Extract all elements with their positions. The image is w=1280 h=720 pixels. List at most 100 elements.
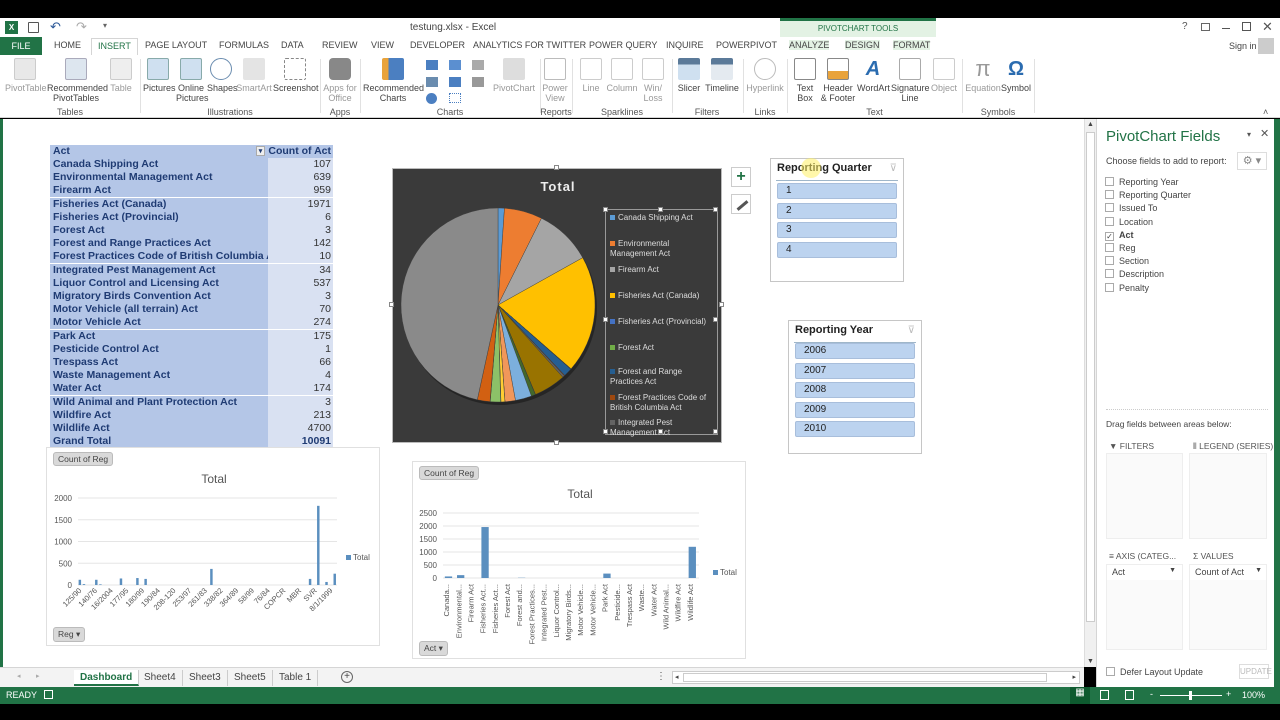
tab-powerpivot[interactable]: POWERPIVOT bbox=[716, 40, 777, 50]
shapes-button[interactable]: Shapes bbox=[207, 58, 238, 93]
act-cell[interactable]: Fisheries Act (Provincial) bbox=[50, 210, 268, 224]
field-act[interactable]: ✓ Act bbox=[1105, 230, 1134, 241]
field-issued-to[interactable]: Issued To bbox=[1105, 203, 1157, 213]
clear-filter-icon[interactable]: ⊽ bbox=[890, 163, 897, 174]
scroll-down-icon[interactable]: ▼ bbox=[1087, 658, 1094, 665]
act-cell[interactable]: Liquor Control and Licensing Act bbox=[50, 276, 268, 290]
maximize-button[interactable] bbox=[1242, 22, 1251, 31]
scroll-left-icon[interactable]: ◂ bbox=[675, 673, 679, 681]
collapse-ribbon-icon[interactable]: ˄ bbox=[1263, 107, 1268, 117]
count-cell[interactable]: 274 bbox=[268, 316, 333, 330]
pane-options-icon[interactable]: ▾ bbox=[1247, 130, 1251, 139]
pivot-row[interactable]: Forest Act 3 bbox=[50, 224, 333, 237]
pivot-row[interactable]: Forest and Range Practices Act 142 bbox=[50, 237, 333, 251]
pivot-row[interactable]: Integrated Pest Management Act 34 bbox=[50, 263, 333, 277]
count-cell[interactable]: 4700 bbox=[268, 422, 333, 435]
sheet-tab-sheet3[interactable]: Sheet3 bbox=[183, 670, 228, 686]
tab-data[interactable]: DATA bbox=[281, 40, 304, 50]
bar[interactable] bbox=[308, 578, 312, 585]
next-sheet-icon[interactable]: ▸ bbox=[36, 672, 40, 680]
checkbox[interactable] bbox=[1105, 282, 1114, 292]
count-cell[interactable]: 1 bbox=[268, 342, 333, 356]
tab-review[interactable]: REVIEW bbox=[322, 40, 358, 50]
sheet-tab-dashboard[interactable]: Dashboard bbox=[74, 670, 140, 686]
tab-developer[interactable]: DEVELOPER bbox=[410, 40, 465, 50]
signature-line-button[interactable]: Signature Line bbox=[891, 58, 930, 103]
act-cell[interactable]: Waste Management Act bbox=[50, 369, 268, 383]
pivot-row[interactable]: Pesticide Control Act 1 bbox=[50, 342, 333, 356]
checkbox[interactable] bbox=[1105, 190, 1114, 200]
count-cell[interactable]: 3 bbox=[268, 224, 333, 237]
checkbox[interactable] bbox=[1105, 243, 1114, 252]
selection-handle[interactable] bbox=[389, 302, 394, 307]
legend-handle[interactable] bbox=[713, 429, 718, 434]
sparkline-column-button[interactable]: Column bbox=[606, 58, 638, 93]
legend-handle[interactable] bbox=[713, 317, 718, 322]
scatter-chart-icon[interactable] bbox=[449, 93, 461, 103]
smartart-button[interactable]: SmartArt bbox=[236, 58, 272, 93]
chart-styles-button[interactable] bbox=[731, 194, 751, 214]
count-cell[interactable]: 4 bbox=[268, 369, 333, 383]
axis-drop-area[interactable]: Act ▼ bbox=[1106, 564, 1183, 650]
bar[interactable] bbox=[325, 581, 328, 585]
act-cell[interactable]: Forest Practices Code of British Columbi… bbox=[50, 250, 268, 264]
count-cell[interactable]: 34 bbox=[268, 263, 333, 277]
count-cell[interactable]: 174 bbox=[268, 382, 333, 396]
tab-insert[interactable]: INSERT bbox=[91, 38, 138, 55]
undo-icon[interactable]: ↶ bbox=[50, 19, 61, 35]
reg-axis-field-button[interactable]: Reg ▾ bbox=[53, 627, 86, 642]
sheet-tab-sheet5[interactable]: Sheet5 bbox=[228, 670, 273, 686]
slicer-item[interactable]: 2 bbox=[777, 202, 897, 219]
field-location[interactable]: Location bbox=[1105, 216, 1153, 227]
object-button[interactable]: Object bbox=[930, 58, 958, 93]
new-sheet-button[interactable]: + bbox=[341, 671, 353, 683]
count-cell[interactable]: 175 bbox=[268, 329, 333, 343]
zoom-level[interactable]: 100% bbox=[1242, 690, 1265, 700]
act-cell[interactable]: Integrated Pest Management Act bbox=[50, 263, 268, 277]
sheet-tab-sheet4[interactable]: Sheet4 bbox=[138, 670, 183, 686]
slicer-item[interactable]: 2010 bbox=[795, 421, 915, 437]
zoom-in-button[interactable]: + bbox=[1226, 689, 1231, 699]
pivot-row[interactable]: Waste Management Act 4 bbox=[50, 369, 333, 383]
act-cell[interactable]: Environmental Management Act bbox=[50, 171, 268, 185]
count-cell[interactable]: 1971 bbox=[268, 197, 333, 211]
legend-entry[interactable]: Forest Practices Code of British Columbi… bbox=[610, 393, 716, 413]
act-cell[interactable]: Wild Animal and Plant Protection Act bbox=[50, 395, 268, 409]
customize-qat-icon[interactable]: ▾ bbox=[103, 21, 107, 30]
field-section[interactable]: Section bbox=[1105, 256, 1149, 266]
bar[interactable] bbox=[481, 527, 489, 578]
horizontal-scrollbar[interactable]: ◂ ▸ bbox=[672, 671, 1080, 684]
page-layout-view-icon[interactable] bbox=[1100, 690, 1109, 700]
filters-drop-area[interactable] bbox=[1106, 453, 1183, 539]
act-cell[interactable]: Park Act bbox=[50, 329, 268, 343]
save-icon[interactable] bbox=[28, 22, 39, 33]
pivot-row[interactable]: Trespass Act 66 bbox=[50, 356, 333, 369]
count-cell[interactable]: 3 bbox=[268, 290, 333, 303]
act-cell[interactable]: Motor Vehicle Act bbox=[50, 316, 268, 330]
count-cell[interactable]: 107 bbox=[268, 158, 333, 171]
legend-handle[interactable] bbox=[713, 207, 718, 212]
tab-file[interactable]: FILE bbox=[0, 37, 42, 55]
bar[interactable] bbox=[99, 584, 102, 585]
legend-entry[interactable]: Fisheries Act (Canada) bbox=[610, 291, 716, 301]
update-button[interactable]: UPDATE bbox=[1239, 664, 1272, 679]
pie-slice[interactable] bbox=[400, 207, 499, 401]
act-axis-field-button[interactable]: Act ▾ bbox=[419, 641, 448, 656]
bar[interactable] bbox=[444, 576, 453, 578]
hyperlink-button[interactable]: Hyperlink bbox=[746, 58, 784, 93]
act-cell[interactable]: Wildfire Act bbox=[50, 408, 268, 422]
ribbon-display-options-icon[interactable] bbox=[1201, 23, 1210, 31]
sheet-tab-table-1[interactable]: Table 1 bbox=[273, 670, 319, 686]
hierarchy-chart-icon[interactable] bbox=[472, 60, 484, 70]
legend-entry[interactable]: Canada Shipping Act bbox=[610, 213, 716, 223]
bar[interactable] bbox=[317, 505, 320, 585]
field-reg[interactable]: Reg bbox=[1105, 243, 1136, 253]
normal-view-icon[interactable]: ▦ bbox=[1070, 687, 1090, 704]
act-cell[interactable]: Wildlife Act bbox=[50, 422, 268, 435]
header-act[interactable]: Act ▾ bbox=[50, 145, 268, 158]
pie-chart[interactable]: Total Canada Shipping Act Environmental M… bbox=[392, 168, 722, 443]
help-button[interactable]: ? bbox=[1182, 21, 1188, 32]
filter-dropdown-icon[interactable]: ▾ bbox=[256, 146, 265, 156]
legend-handle[interactable] bbox=[658, 429, 663, 434]
selection-handle[interactable] bbox=[554, 440, 559, 445]
